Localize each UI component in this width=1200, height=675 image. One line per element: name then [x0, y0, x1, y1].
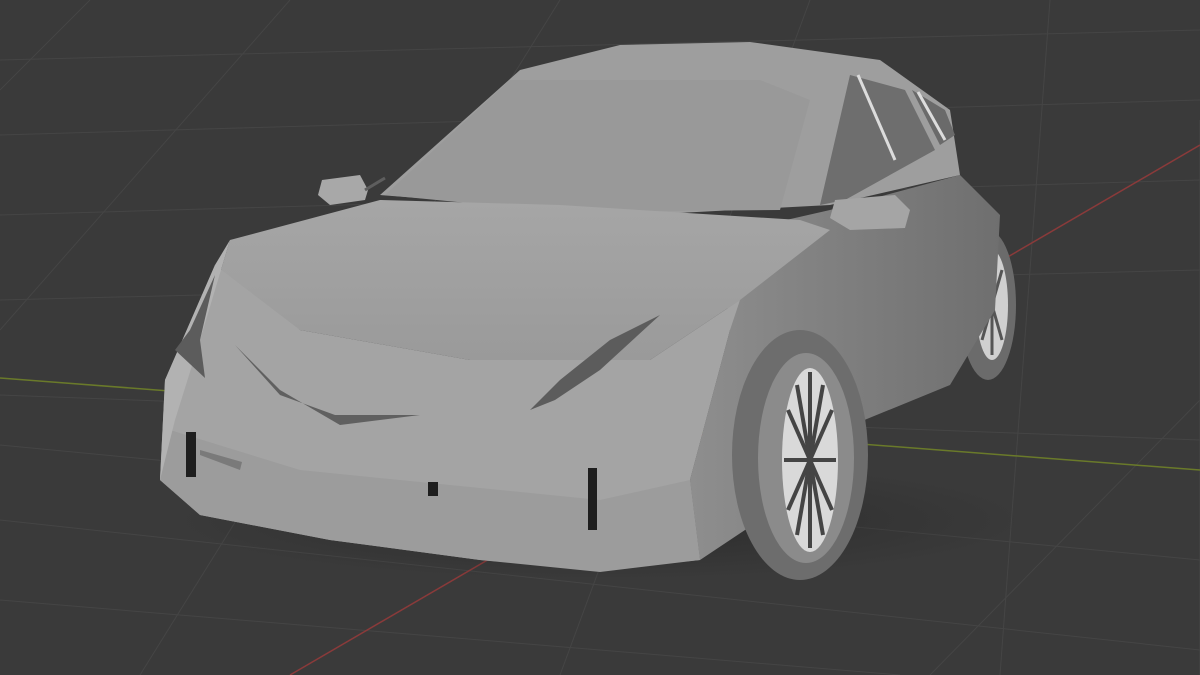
right-bumper-vent: [588, 468, 597, 530]
3d-viewport[interactable]: [0, 0, 1200, 675]
viewport-canvas[interactable]: [0, 0, 1200, 675]
left-bumper-vent: [186, 432, 196, 477]
center-bumper-vent: [428, 482, 438, 496]
right-mirror: [830, 195, 910, 230]
